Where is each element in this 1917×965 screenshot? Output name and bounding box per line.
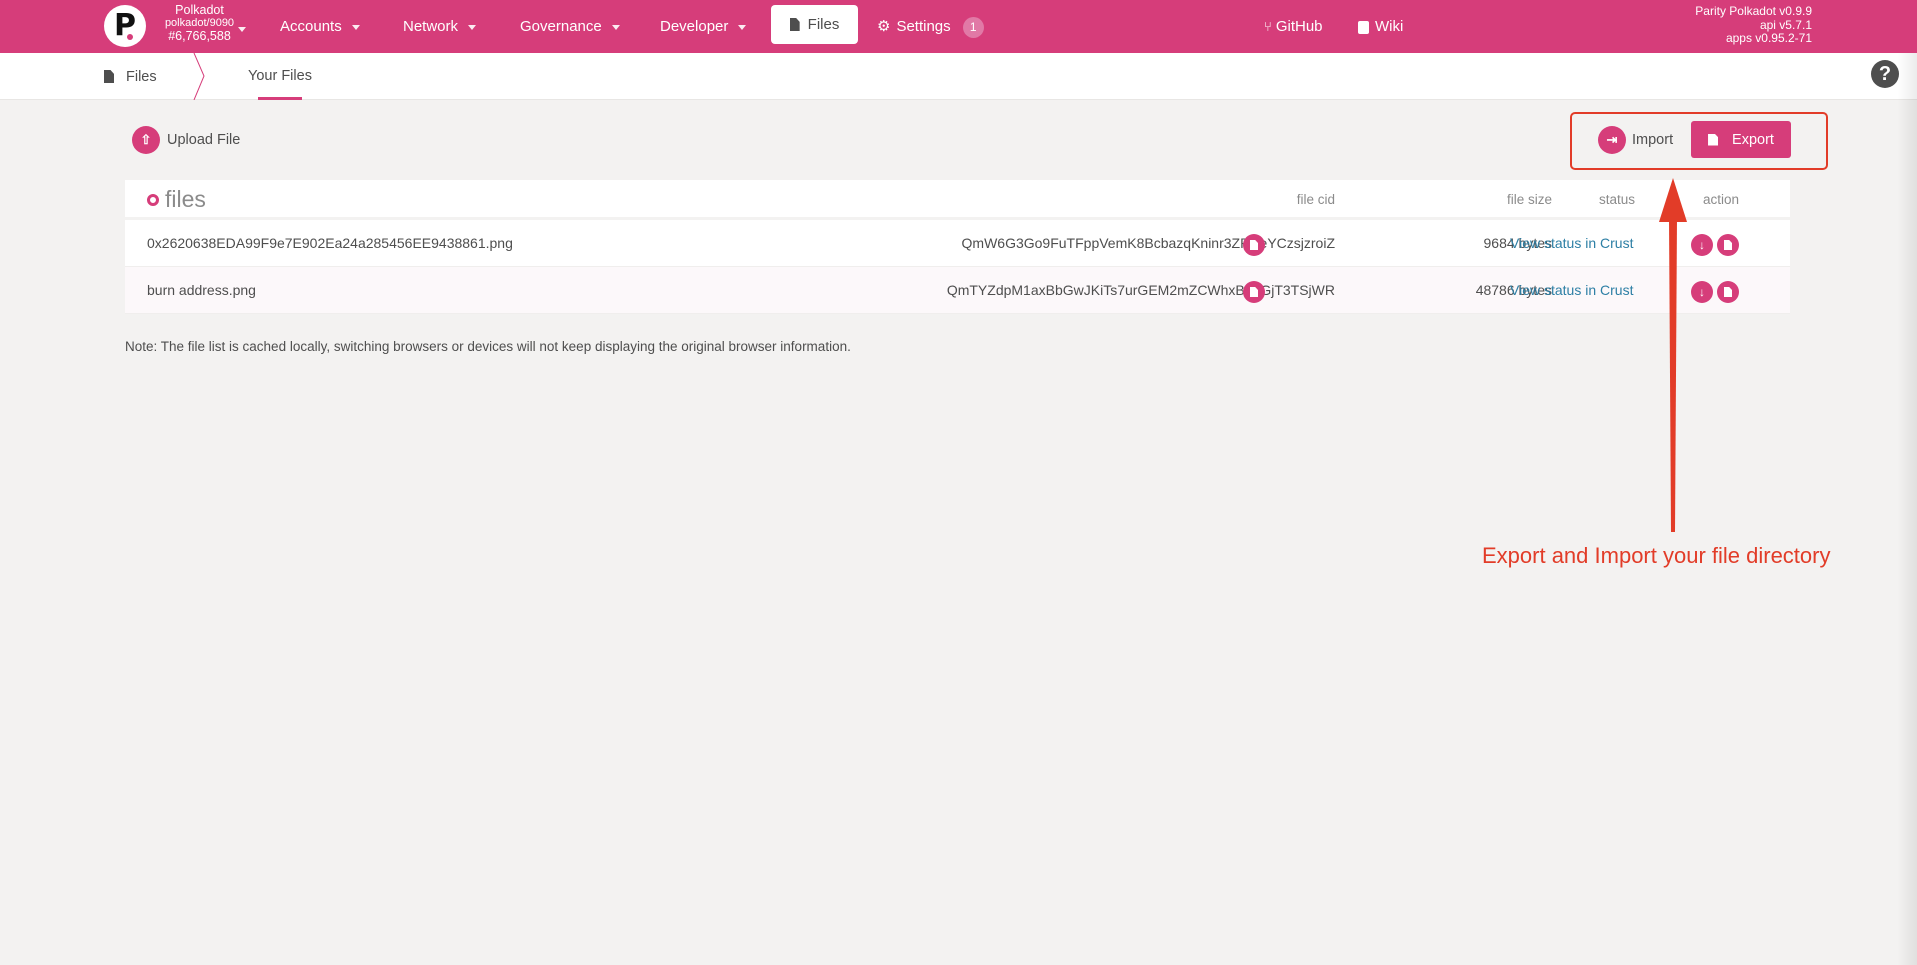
import-button[interactable]: ⇥ Import xyxy=(1598,126,1673,154)
file-name: burn address.png xyxy=(147,282,256,298)
copy-link-button[interactable] xyxy=(1717,281,1739,303)
settings-badge: 1 xyxy=(962,17,984,38)
scroll-edge-shadow xyxy=(1897,53,1917,965)
version-info: Parity Polkadot v0.9.9 api v5.7.1 apps v… xyxy=(1695,4,1812,45)
download-icon: ↓ xyxy=(1699,285,1705,299)
view-status-link[interactable]: View status in Crust xyxy=(1510,220,1633,267)
download-icon: ↓ xyxy=(1699,238,1705,252)
title-dot-icon xyxy=(147,193,159,206)
chevron-down-icon xyxy=(611,24,620,30)
copy-link-button[interactable] xyxy=(1717,234,1739,256)
table-row: 0x2620638EDA99F9e7E902Ea24a285456EE94388… xyxy=(125,220,1790,267)
chevron-down-icon xyxy=(738,24,747,30)
file-name: 0x2620638EDA99F9e7E902Ea24a285456EE94388… xyxy=(147,235,513,251)
file-export-icon xyxy=(1708,133,1719,146)
download-button[interactable]: ↓ xyxy=(1691,234,1713,256)
annotation-arrow-icon xyxy=(1659,178,1687,532)
nav-accounts[interactable]: Accounts xyxy=(280,10,360,44)
header-file-size: file size xyxy=(1506,192,1552,207)
active-tab-indicator xyxy=(258,97,302,100)
file-import-icon: ⇥ xyxy=(1598,126,1626,154)
breadcrumb-separator-icon xyxy=(193,53,205,100)
copy-icon xyxy=(1724,240,1732,250)
table-title: files xyxy=(147,186,206,213)
chain-dropdown-icon[interactable] xyxy=(238,21,246,39)
upload-icon: ⇧ xyxy=(132,126,160,154)
nav-network[interactable]: Network xyxy=(403,10,477,44)
view-status-link[interactable]: View status in Crust xyxy=(1510,267,1633,314)
code-branch-icon: ⑂ xyxy=(1264,19,1272,34)
file-cid: QmW6G3Go9FuTFppVemK8BcbazqKninr3ZREeYCzs… xyxy=(961,235,1335,251)
copy-cid-button[interactable] xyxy=(1243,234,1265,256)
header-status: status xyxy=(1599,192,1636,207)
top-menu-bar: P Polkadot polkadot/9090 #6,766,588 Acco… xyxy=(0,0,1917,53)
help-icon[interactable]: ? xyxy=(1871,60,1899,88)
breadcrumb-files: Files xyxy=(104,53,157,100)
chevron-down-icon xyxy=(468,24,477,30)
file-cid: QmTYZdpM1axBbGwJKiTs7urGEM2mZCWhxB8riGjT… xyxy=(946,282,1335,298)
cache-note: Note: The file list is cached locally, s… xyxy=(125,339,851,354)
sub-navigation: Files Your Files xyxy=(0,53,1917,100)
book-icon xyxy=(1358,20,1369,34)
download-button[interactable]: ↓ xyxy=(1691,281,1713,303)
header-action: action xyxy=(1703,192,1740,207)
copy-icon xyxy=(1250,287,1258,297)
copy-icon xyxy=(1250,240,1258,250)
file-icon xyxy=(789,18,800,31)
upload-file-button[interactable]: ⇧ Upload File xyxy=(132,126,240,154)
copy-cid-button[interactable] xyxy=(1243,281,1265,303)
annotation-text: Export and Import your file directory xyxy=(1482,543,1831,568)
nav-files[interactable]: Files xyxy=(771,5,858,44)
nav-developer[interactable]: Developer xyxy=(660,10,747,44)
file-icon xyxy=(104,70,114,83)
chain-name: Polkadot xyxy=(175,3,224,17)
polkadot-logo[interactable]: P xyxy=(104,5,146,47)
tab-your-files[interactable]: Your Files xyxy=(248,53,312,100)
nav-github[interactable]: ⑂ GitHub xyxy=(1264,10,1323,44)
copy-icon xyxy=(1724,287,1732,297)
table-row: burn address.png QmTYZdpM1axBbGwJKiTs7ur… xyxy=(125,267,1790,314)
files-table: files file cid file size status action 0… xyxy=(125,180,1790,314)
block-number: #6,766,588 xyxy=(168,29,231,43)
nav-wiki[interactable]: Wiki xyxy=(1358,10,1403,44)
nav-governance[interactable]: Governance xyxy=(520,10,620,44)
export-button[interactable]: Export xyxy=(1691,121,1791,158)
header-file-cid: file cid xyxy=(1296,192,1335,207)
nav-settings[interactable]: ⚙ Settings 1 xyxy=(877,10,984,44)
chevron-down-icon xyxy=(351,24,360,30)
table-header: files file cid file size status action xyxy=(125,180,1790,220)
chain-info[interactable]: Polkadot polkadot/9090 #6,766,588 xyxy=(152,4,247,43)
gears-icon: ⚙ xyxy=(877,18,891,35)
